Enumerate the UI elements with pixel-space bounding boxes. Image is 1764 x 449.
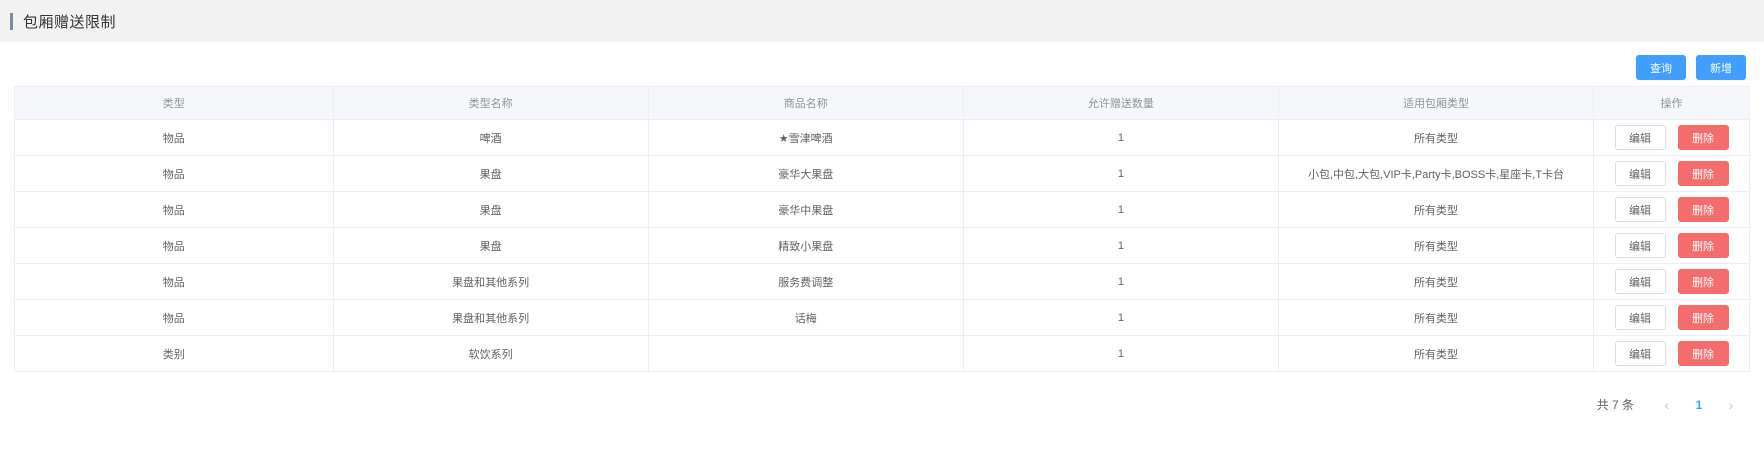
page-header: 包厢赠送限制 — [0, 0, 1764, 42]
total-count: 共 7 条 — [1596, 398, 1634, 412]
cell-allowed-quantity: 1 — [962, 119, 1279, 156]
cell-type: 物品 — [14, 119, 334, 156]
delete-button[interactable]: 删除 — [1677, 341, 1729, 366]
header-accent-bar — [10, 12, 13, 30]
cell-actions: 编辑 删除 — [1593, 263, 1750, 300]
page-number-current[interactable]: 1 — [1682, 398, 1716, 412]
column-header-allowed-quantity: 允许赠送数量 — [962, 86, 1279, 120]
edit-button[interactable]: 编辑 — [1614, 305, 1666, 330]
cell-actions: 编辑 删除 — [1593, 191, 1750, 228]
cell-allowed-quantity: 1 — [962, 227, 1279, 264]
cell-product-name: ★雪津啤酒 — [647, 119, 964, 156]
table-header-row: 类型 类型名称 商品名称 允许赠送数量 适用包厢类型 操作 — [14, 86, 1750, 120]
cell-type: 物品 — [14, 191, 334, 228]
cell-room-types: 所有类型 — [1277, 263, 1595, 300]
cell-actions: 编辑 删除 — [1593, 119, 1750, 156]
cell-type-name: 果盘和其他系列 — [332, 263, 649, 300]
cell-type: 物品 — [14, 299, 334, 336]
delete-button[interactable]: 删除 — [1677, 233, 1729, 258]
cell-allowed-quantity: 1 — [962, 191, 1279, 228]
delete-button[interactable]: 删除 — [1677, 197, 1729, 222]
add-button[interactable]: 新增 — [1696, 55, 1746, 80]
cell-actions: 编辑 删除 — [1593, 155, 1750, 192]
edit-button[interactable]: 编辑 — [1614, 197, 1666, 222]
cell-room-types: 所有类型 — [1277, 227, 1595, 264]
cell-product-name: 服务费调整 — [647, 263, 964, 300]
table-row: 物品 啤酒 ★雪津啤酒 1 所有类型 编辑 删除 — [14, 119, 1750, 156]
table-row: 物品 果盘 精致小果盘 1 所有类型 编辑 删除 — [14, 227, 1750, 264]
delete-button[interactable]: 删除 — [1677, 161, 1729, 186]
prev-page-icon[interactable]: ‹ — [1652, 397, 1682, 413]
cell-actions: 编辑 删除 — [1593, 299, 1750, 336]
table-row: 物品 果盘 豪华大果盘 1 小包,中包,大包,VIP卡,Party卡,BOSS卡,星座卡… — [14, 155, 1750, 192]
cell-allowed-quantity: 1 — [962, 335, 1279, 372]
edit-button[interactable]: 编辑 — [1614, 125, 1666, 150]
cell-product-name: 豪华大果盘 — [647, 155, 964, 192]
column-header-room-types: 适用包厢类型 — [1277, 86, 1595, 120]
column-header-type: 类型 — [14, 86, 334, 120]
cell-room-types: 小包,中包,大包,VIP卡,Party卡,BOSS卡,星座卡,T卡台 — [1277, 155, 1595, 192]
column-header-actions: 操作 — [1593, 86, 1750, 120]
table-row: 物品 果盘 豪华中果盘 1 所有类型 编辑 删除 — [14, 191, 1750, 228]
cell-actions: 编辑 删除 — [1593, 335, 1750, 372]
cell-type-name: 果盘 — [332, 227, 649, 264]
cell-allowed-quantity: 1 — [962, 299, 1279, 336]
column-header-product-name: 商品名称 — [647, 86, 964, 120]
cell-product-name — [647, 335, 964, 372]
cell-room-types: 所有类型 — [1277, 335, 1595, 372]
cell-type-name: 果盘 — [332, 191, 649, 228]
column-header-type-name: 类型名称 — [332, 86, 649, 120]
edit-button[interactable]: 编辑 — [1614, 233, 1666, 258]
cell-type-name: 啤酒 — [332, 119, 649, 156]
next-page-icon[interactable]: › — [1716, 397, 1746, 413]
cell-type-name: 软饮系列 — [332, 335, 649, 372]
cell-type: 类别 — [14, 335, 334, 372]
delete-button[interactable]: 删除 — [1677, 269, 1729, 294]
cell-type: 物品 — [14, 155, 334, 192]
cell-type: 物品 — [14, 263, 334, 300]
cell-type-name: 果盘 — [332, 155, 649, 192]
cell-product-name: 精致小果盘 — [647, 227, 964, 264]
table-row: 物品 果盘和其他系列 服务费调整 1 所有类型 编辑 删除 — [14, 263, 1750, 300]
cell-allowed-quantity: 1 — [962, 155, 1279, 192]
cell-room-types: 所有类型 — [1277, 299, 1595, 336]
edit-button[interactable]: 编辑 — [1614, 341, 1666, 366]
cell-type-name: 果盘和其他系列 — [332, 299, 649, 336]
delete-button[interactable]: 删除 — [1677, 305, 1729, 330]
page-title: 包厢赠送限制 — [23, 13, 117, 31]
cell-allowed-quantity: 1 — [962, 263, 1279, 300]
cell-product-name: 豪华中果盘 — [647, 191, 964, 228]
data-table: 类型 类型名称 商品名称 允许赠送数量 适用包厢类型 操作 物品 啤酒 ★雪津啤酒 1… — [14, 86, 1750, 372]
cell-room-types: 所有类型 — [1277, 191, 1595, 228]
toolbar: 查询 新增 — [1636, 55, 1746, 80]
delete-button[interactable]: 删除 — [1677, 125, 1729, 150]
query-button[interactable]: 查询 — [1636, 55, 1686, 80]
cell-actions: 编辑 删除 — [1593, 227, 1750, 264]
cell-room-types: 所有类型 — [1277, 119, 1595, 156]
edit-button[interactable]: 编辑 — [1614, 269, 1666, 294]
cell-type: 物品 — [14, 227, 334, 264]
table-row: 物品 果盘和其他系列 话梅 1 所有类型 编辑 删除 — [14, 299, 1750, 336]
edit-button[interactable]: 编辑 — [1614, 161, 1666, 186]
table-row: 类别 软饮系列 1 所有类型 编辑 删除 — [14, 335, 1750, 372]
cell-product-name: 话梅 — [647, 299, 964, 336]
pagination: 共 7 条 ‹ 1 › — [1597, 396, 1746, 413]
